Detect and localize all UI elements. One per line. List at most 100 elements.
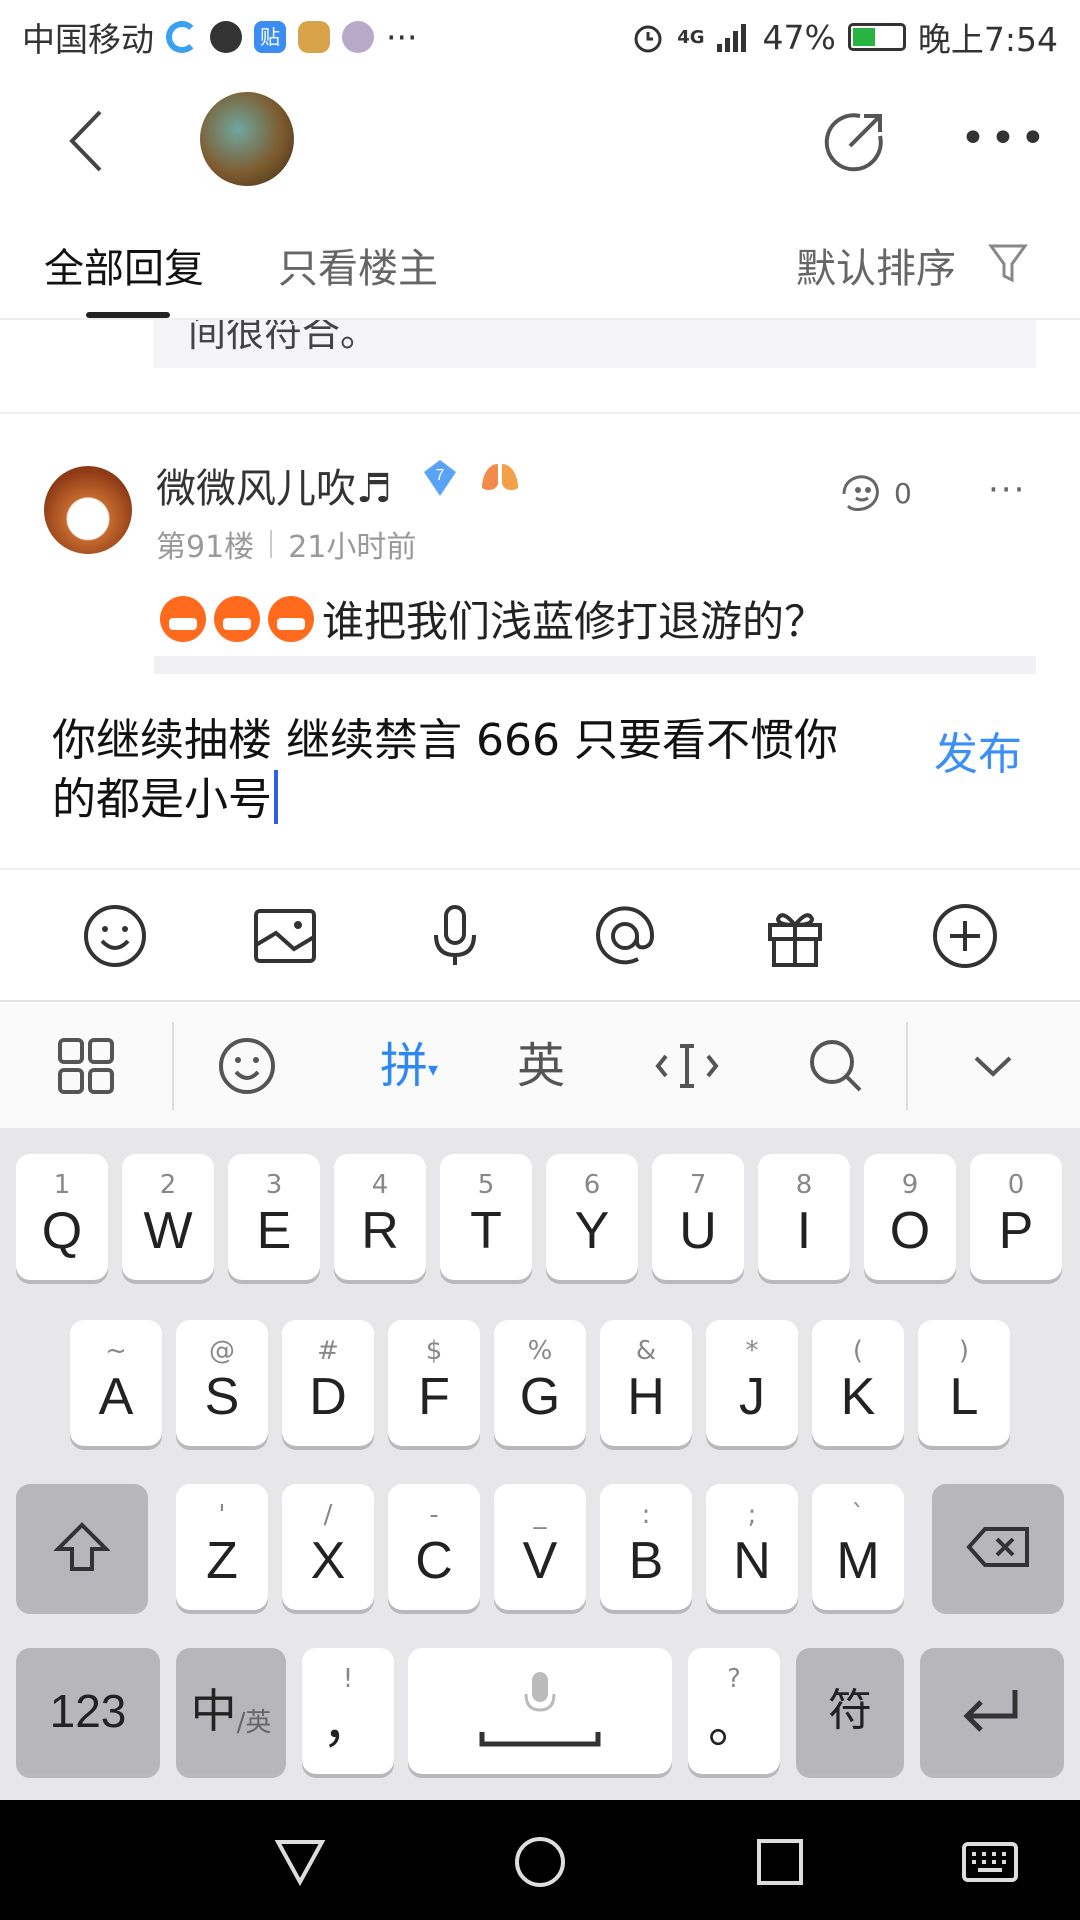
- key-y[interactable]: 6Y: [546, 1154, 638, 1280]
- numbers-key[interactable]: 123: [16, 1648, 160, 1774]
- key-alt: $: [425, 1336, 443, 1366]
- home-circle-icon[interactable]: [510, 1832, 570, 1892]
- network-type: 4G: [677, 26, 705, 48]
- sort-dropdown[interactable]: 默认排序: [796, 236, 956, 294]
- backspace-icon: [966, 1527, 1029, 1567]
- key-i[interactable]: 8I: [758, 1154, 850, 1280]
- emoji-icon[interactable]: [80, 901, 150, 971]
- apps-grid-icon[interactable]: [52, 1034, 122, 1098]
- cursor-move-icon[interactable]: [652, 1034, 722, 1098]
- key-label: T: [470, 1202, 502, 1260]
- key-l[interactable]: ) L: [918, 1320, 1010, 1446]
- key-m[interactable]: ` M: [812, 1484, 904, 1610]
- like-button[interactable]: 0: [838, 472, 912, 514]
- filter-icon[interactable]: [988, 242, 1028, 284]
- backspace-key[interactable]: [932, 1484, 1064, 1610]
- key-alt: 3: [265, 1170, 283, 1200]
- period-key[interactable]: ?。: [688, 1648, 780, 1774]
- key-alt: ): [958, 1336, 970, 1366]
- key-label: P: [998, 1202, 1034, 1260]
- key-alt: 2: [159, 1170, 177, 1200]
- comment-quote-box: [154, 656, 1036, 674]
- tab-only-owner[interactable]: 只看楼主: [278, 236, 438, 294]
- key-q[interactable]: 1Q: [16, 1154, 108, 1280]
- pinyin-label: 拼: [379, 1038, 428, 1094]
- key-z[interactable]: ' Z: [176, 1484, 268, 1610]
- english-mode-button[interactable]: 英: [506, 1034, 576, 1098]
- comment-username[interactable]: 微微风儿吹♬: [156, 456, 392, 514]
- angry-emoji-icon: [214, 595, 260, 642]
- key-w[interactable]: 2W: [122, 1154, 214, 1280]
- forum-avatar[interactable]: [200, 92, 294, 186]
- svg-text:7: 7: [436, 467, 445, 484]
- comment-more-button[interactable]: ···: [988, 470, 1026, 510]
- emoji-keyboard-icon[interactable]: [212, 1034, 282, 1098]
- key-p[interactable]: 0P: [970, 1154, 1062, 1280]
- add-icon[interactable]: [930, 901, 1000, 971]
- key-v[interactable]: _ V: [494, 1484, 586, 1610]
- key-c[interactable]: -C: [388, 1484, 480, 1610]
- publish-button[interactable]: 发布: [934, 718, 1022, 782]
- key-sub-label: /英: [236, 1707, 272, 1738]
- hide-keyboard-icon[interactable]: [958, 1034, 1028, 1098]
- microphone-icon[interactable]: [420, 901, 490, 971]
- key-n[interactable]: ; N: [706, 1484, 798, 1610]
- key-alt: 9: [901, 1170, 919, 1200]
- status-bar: 中国移动 贴 ··· 4G 47% 晚上7:54: [0, 0, 1080, 74]
- keyboard-switch-icon[interactable]: [960, 1832, 1020, 1892]
- share-icon[interactable]: [820, 106, 890, 176]
- pinyin-mode-button[interactable]: 拼▾: [364, 1034, 454, 1098]
- mention-icon[interactable]: [590, 901, 660, 971]
- key-d[interactable]: # D: [282, 1320, 374, 1446]
- space-key[interactable]: [408, 1648, 672, 1774]
- comment-text: 谁把我们浅蓝修打退游的？: [322, 597, 827, 646]
- key-alt: &: [635, 1336, 657, 1366]
- key-x[interactable]: / X: [282, 1484, 374, 1610]
- key-f[interactable]: $ F: [388, 1320, 480, 1446]
- image-icon[interactable]: [250, 901, 320, 971]
- notification-app-icon: [166, 21, 198, 53]
- key-h[interactable]: & H: [600, 1320, 692, 1446]
- comma-key[interactable]: !，: [302, 1648, 394, 1774]
- key-b[interactable]: :B: [600, 1484, 692, 1610]
- user-avatar[interactable]: [44, 466, 132, 554]
- key-k[interactable]: (K: [812, 1320, 904, 1446]
- key-alt: ?: [727, 1664, 741, 1694]
- tab-all-replies[interactable]: 全部回复: [44, 236, 204, 294]
- symbols-key[interactable]: 符: [796, 1648, 904, 1774]
- key-s[interactable]: @ S: [176, 1320, 268, 1446]
- key-label: D: [309, 1368, 347, 1426]
- reply-composer: 你继续抽楼 继续禁言 666 只要看不惯你的都是小号 发布: [0, 674, 1080, 870]
- key-label: A: [98, 1368, 134, 1426]
- top-nav: •••: [0, 74, 1080, 204]
- key-j[interactable]: * J: [706, 1320, 798, 1446]
- key-r[interactable]: 4R: [334, 1154, 426, 1280]
- reply-input[interactable]: 你继续抽楼 继续禁言 666 只要看不惯你的都是小号: [52, 712, 872, 829]
- key-alt: 4: [371, 1170, 389, 1200]
- lung-badge-icon: [482, 464, 518, 491]
- key-u[interactable]: 7U: [652, 1154, 744, 1280]
- key-label: S: [204, 1368, 240, 1426]
- battery-icon: [847, 23, 906, 51]
- enter-icon: [963, 1690, 1018, 1732]
- search-icon[interactable]: [800, 1034, 870, 1098]
- gift-icon[interactable]: [760, 901, 830, 971]
- like-icon: [842, 475, 879, 511]
- key-g[interactable]: % G: [494, 1320, 586, 1446]
- more-options-button[interactable]: •••: [960, 114, 1046, 164]
- angry-emoji-icon: [268, 595, 314, 642]
- ime-separator: [906, 1022, 908, 1110]
- back-triangle-icon[interactable]: [270, 1832, 330, 1892]
- enter-key[interactable]: [920, 1648, 1064, 1774]
- key-alt: ;: [747, 1500, 757, 1530]
- shift-key[interactable]: [16, 1484, 148, 1610]
- key-a[interactable]: ~ A: [70, 1320, 162, 1446]
- key-e[interactable]: 3E: [228, 1154, 320, 1280]
- language-key[interactable]: 中/英: [176, 1648, 286, 1774]
- key-t[interactable]: 5T: [440, 1154, 532, 1280]
- key-label: J: [739, 1368, 765, 1426]
- key-o[interactable]: 9O: [864, 1154, 956, 1280]
- back-arrow-icon[interactable]: [60, 106, 120, 176]
- recents-square-icon[interactable]: [750, 1832, 810, 1892]
- key-label: K: [840, 1368, 876, 1426]
